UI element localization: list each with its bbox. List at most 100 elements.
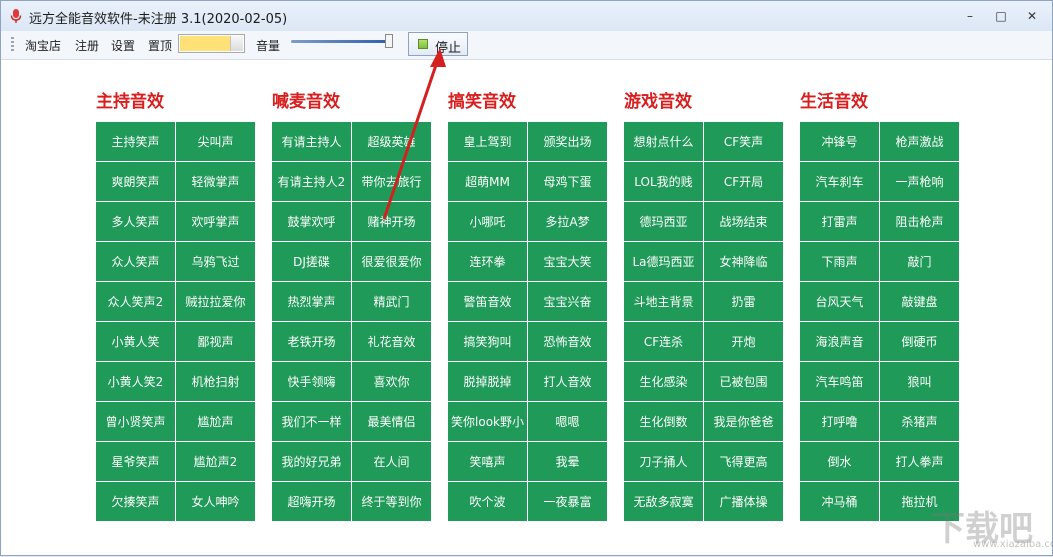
volume-slider-thumb[interactable] [385, 34, 393, 48]
sound-button[interactable]: 汽车鸣笛 [800, 362, 879, 401]
menu-register[interactable]: 注册 [75, 37, 99, 54]
sound-button[interactable]: 搞笑狗叫 [448, 322, 527, 361]
sound-button[interactable]: 飞得更高 [704, 442, 783, 481]
sound-button[interactable]: 吹个波 [448, 482, 527, 521]
sound-button[interactable]: 鄙视声 [176, 322, 255, 361]
stop-button[interactable]: 停止 [408, 32, 468, 56]
sound-button[interactable]: 多人笑声 [96, 202, 175, 241]
sound-button[interactable]: 礼花音效 [352, 322, 431, 361]
title-bar[interactable]: 远方全能音效软件-未注册 3.1(2020-02-05) – □ ✕ [1, 1, 1052, 31]
sound-button[interactable]: 战场结束 [704, 202, 783, 241]
menu-settings[interactable]: 设置 [111, 37, 135, 54]
sound-button[interactable]: DJ搓碟 [272, 242, 351, 281]
sound-button[interactable]: 嗯嗯 [528, 402, 607, 441]
sound-button[interactable]: 刀子捅人 [624, 442, 703, 481]
sound-button[interactable]: CF开局 [704, 162, 783, 201]
sound-button[interactable]: 超萌MM [448, 162, 527, 201]
minimize-button[interactable]: – [959, 8, 981, 24]
sound-button[interactable]: 超嗨开场 [272, 482, 351, 521]
sound-button[interactable]: 已被包围 [704, 362, 783, 401]
sound-button[interactable]: 尴尬声 [176, 402, 255, 441]
color-picker[interactable] [178, 34, 245, 53]
sound-button[interactable]: 扔雷 [704, 282, 783, 321]
sound-button[interactable]: 乌鸦飞过 [176, 242, 255, 281]
sound-button[interactable]: 欠揍笑声 [96, 482, 175, 521]
sound-button[interactable]: 想射点什么 [624, 122, 703, 161]
sound-button[interactable]: 有请主持人 [272, 122, 351, 161]
sound-button[interactable]: 赌神开场 [352, 202, 431, 241]
sound-button[interactable]: 一夜暴富 [528, 482, 607, 521]
sound-button[interactable]: 众人笑声 [96, 242, 175, 281]
sound-button[interactable]: 精武门 [352, 282, 431, 321]
sound-button[interactable]: 曾小贤笑声 [96, 402, 175, 441]
sound-button[interactable]: 敲门 [880, 242, 959, 281]
sound-button[interactable]: 我是你爸爸 [704, 402, 783, 441]
sound-button[interactable]: LOL我的贱 [624, 162, 703, 201]
sound-button[interactable]: 多拉A梦 [528, 202, 607, 241]
volume-slider[interactable] [291, 40, 391, 43]
sound-button[interactable]: 打雷声 [800, 202, 879, 241]
toolbar-grip-icon[interactable] [11, 37, 14, 53]
sound-button[interactable]: 鼓掌欢呼 [272, 202, 351, 241]
sound-button[interactable]: 我们不一样 [272, 402, 351, 441]
sound-button[interactable]: 机枪扫射 [176, 362, 255, 401]
sound-button[interactable]: 星爷笑声 [96, 442, 175, 481]
sound-button[interactable]: 母鸡下蛋 [528, 162, 607, 201]
sound-button[interactable]: 生化倒数 [624, 402, 703, 441]
sound-button[interactable]: 枪声激战 [880, 122, 959, 161]
menu-taobao-store[interactable]: 淘宝店 [25, 37, 61, 54]
sound-button[interactable]: 笑你look野小 [448, 402, 527, 441]
sound-button[interactable]: 开炮 [704, 322, 783, 361]
sound-button[interactable]: La德玛西亚 [624, 242, 703, 281]
sound-button[interactable]: 海浪声音 [800, 322, 879, 361]
sound-button[interactable]: 连环拳 [448, 242, 527, 281]
sound-button[interactable]: 我晕 [528, 442, 607, 481]
sound-button[interactable]: 斗地主背景 [624, 282, 703, 321]
sound-button[interactable]: 狼叫 [880, 362, 959, 401]
sound-button[interactable]: 台风天气 [800, 282, 879, 321]
sound-button[interactable]: 欢呼掌声 [176, 202, 255, 241]
sound-button[interactable]: 快手领嗨 [272, 362, 351, 401]
sound-button[interactable]: 生化感染 [624, 362, 703, 401]
sound-button[interactable]: 一声枪响 [880, 162, 959, 201]
sound-button[interactable]: 有请主持人2 [272, 162, 351, 201]
sound-button[interactable]: 冲马桶 [800, 482, 879, 521]
sound-button[interactable]: 喜欢你 [352, 362, 431, 401]
sound-button[interactable]: 热烈掌声 [272, 282, 351, 321]
sound-button[interactable]: 最美情侣 [352, 402, 431, 441]
sound-button[interactable]: 女人呻吟 [176, 482, 255, 521]
sound-button[interactable]: 德玛西亚 [624, 202, 703, 241]
sound-button[interactable]: 颁奖出场 [528, 122, 607, 161]
sound-button[interactable]: 主持笑声 [96, 122, 175, 161]
sound-button[interactable]: 打人拳声 [880, 442, 959, 481]
dropdown-icon[interactable] [230, 36, 243, 51]
sound-button[interactable]: 带你去旅行 [352, 162, 431, 201]
sound-button[interactable]: 无敌多寂寞 [624, 482, 703, 521]
sound-button[interactable]: 小哪吒 [448, 202, 527, 241]
sound-button[interactable]: 贼拉拉爱你 [176, 282, 255, 321]
sound-button[interactable]: 宝宝兴奋 [528, 282, 607, 321]
sound-button[interactable]: 倒硬币 [880, 322, 959, 361]
sound-button[interactable]: 冲锋号 [800, 122, 879, 161]
menu-pin-top[interactable]: 置顶 [148, 37, 172, 54]
sound-button[interactable]: 老铁开场 [272, 322, 351, 361]
sound-button[interactable]: 女神降临 [704, 242, 783, 281]
sound-button[interactable]: 杀猪声 [880, 402, 959, 441]
sound-button[interactable]: 爽朗笑声 [96, 162, 175, 201]
sound-button[interactable]: 超级英雄 [352, 122, 431, 161]
sound-button[interactable]: 轻微掌声 [176, 162, 255, 201]
sound-button[interactable]: 笑嘻声 [448, 442, 527, 481]
maximize-button[interactable]: □ [990, 8, 1012, 24]
sound-button[interactable]: 脱掉脱掉 [448, 362, 527, 401]
sound-button[interactable]: 我的好兄弟 [272, 442, 351, 481]
sound-button[interactable]: 恐怖音效 [528, 322, 607, 361]
sound-button[interactable]: 在人间 [352, 442, 431, 481]
sound-button[interactable]: 广播体操 [704, 482, 783, 521]
sound-button[interactable]: 下雨声 [800, 242, 879, 281]
sound-button[interactable]: 敲键盘 [880, 282, 959, 321]
sound-button[interactable]: 众人笑声2 [96, 282, 175, 321]
sound-button[interactable]: 终于等到你 [352, 482, 431, 521]
sound-button[interactable]: 宝宝大笑 [528, 242, 607, 281]
sound-button[interactable]: 打人音效 [528, 362, 607, 401]
sound-button[interactable]: 警笛音效 [448, 282, 527, 321]
